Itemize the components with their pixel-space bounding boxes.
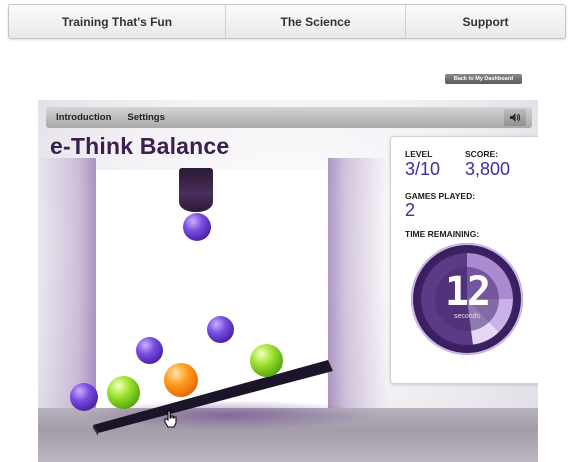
- hand-cursor-icon: [164, 410, 177, 428]
- ball-purple: [136, 337, 163, 364]
- top-navigation: Training That's Fun The Science Support: [8, 4, 566, 39]
- time-remaining-label: TIME REMAINING:: [405, 229, 480, 239]
- ball-purple: [207, 316, 234, 343]
- ball-orange: [164, 363, 198, 397]
- games-played-label: GAMES PLAYED:: [405, 191, 476, 201]
- games-played-value: 2: [405, 200, 416, 220]
- level-value: 3/10: [405, 159, 441, 179]
- ball-purple: [70, 383, 98, 411]
- countdown-timer: 12 seconds: [411, 243, 523, 355]
- level-label: LEVEL: [405, 149, 433, 159]
- nav-the-science[interactable]: The Science: [226, 5, 406, 38]
- timer-value: 12: [444, 269, 491, 315]
- nav-support[interactable]: Support: [406, 5, 565, 38]
- score-value: 3,800: [465, 159, 511, 179]
- back-to-dashboard-button[interactable]: Back to My Dashboard: [445, 74, 522, 84]
- score-label: SCORE:: [465, 149, 499, 159]
- stats-panel: LEVEL 3/10 SCORE: 3,800 GAMES PLAYED: 2 …: [390, 136, 538, 384]
- nav-training-thats-fun[interactable]: Training That's Fun: [9, 5, 226, 38]
- ball-green: [107, 376, 140, 409]
- ball-green: [250, 344, 283, 377]
- game-area: Introduction Settings e-Think Balance LE…: [38, 100, 538, 462]
- timer-unit: seconds: [453, 313, 481, 320]
